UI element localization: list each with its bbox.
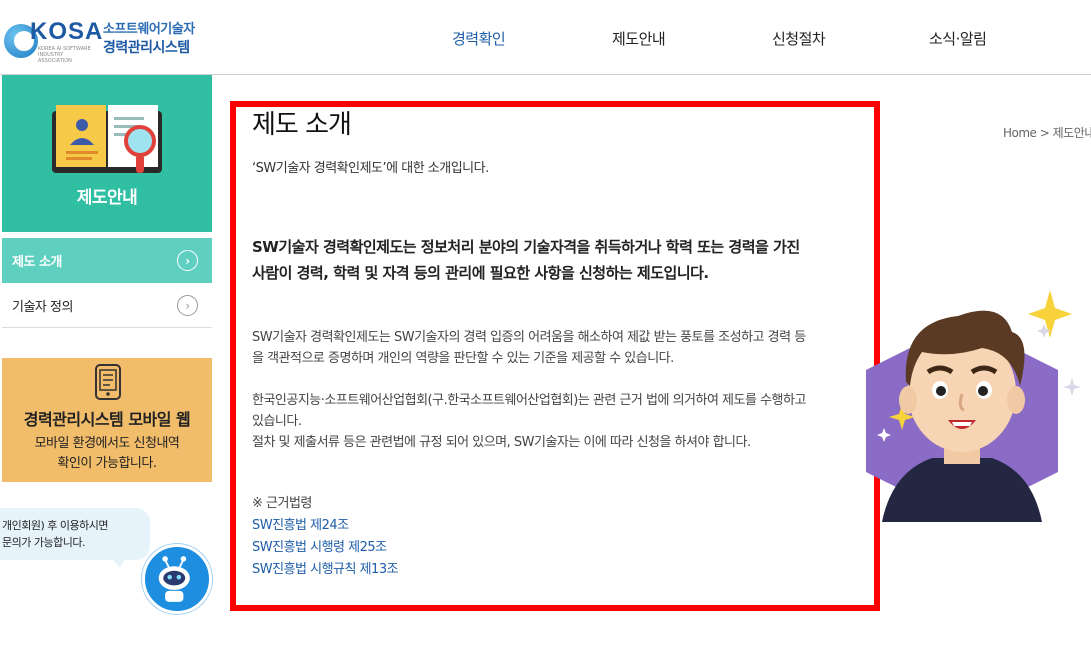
chatbot-bubble: 개인회원) 후 이용하시면 문의가 가능합니다. [0, 508, 150, 560]
site-header: KOSA KOREA AI·SOFTWARE INDUSTRY ASSOCIAT… [0, 0, 1091, 75]
mobile-web-banner[interactable]: 경력관리시스템 모바일 웹 모바일 환경에서도 신청내역 확인이 가능합니다. [2, 358, 212, 482]
mobile-banner-title: 경력관리시스템 모바일 웹 [23, 410, 191, 429]
breadcrumb-home[interactable]: Home [1003, 126, 1037, 140]
sidebar-item-label: 기술자 정의 [12, 299, 73, 315]
chat-bubble-tail [110, 556, 126, 568]
sidebar-item-engineer-definition[interactable]: 기술자 정의 › [2, 283, 212, 328]
chat-bubble-line2: 문의가 가능합니다. [2, 536, 85, 549]
sidebar-hero: 제도안내 [2, 75, 212, 232]
mobile-banner-desc-line1: 모바일 환경에서도 신청내역 [34, 436, 180, 451]
breadcrumb: Home > 제도안내 [1003, 124, 1091, 141]
smartphone-icon [95, 364, 121, 400]
nav-item-news[interactable]: 소식·알림 [929, 28, 987, 49]
highlight-box [230, 101, 880, 611]
chevron-right-icon: › [177, 250, 198, 271]
nav-item-system-guide[interactable]: 제도안내 [612, 28, 666, 49]
mobile-banner-desc: 모바일 환경에서도 신청내역 확인이 가능합니다. [2, 434, 212, 474]
breadcrumb-current: 제도안내 [1052, 126, 1091, 140]
mobile-banner-desc-line2: 확인이 가능합니다. [57, 456, 157, 471]
open-book-icon [52, 105, 162, 173]
sidebar-hero-title: 제도안내 [76, 188, 138, 208]
main-nav: 경력확인 제도안내 신청절차 소식·알림 [0, 28, 1091, 52]
chat-bubble-line1: 개인회원) 후 이용하시면 [2, 519, 108, 532]
nav-item-career-check[interactable]: 경력확인 [452, 28, 506, 49]
sidebar-item-label: 제도 소개 [12, 255, 62, 270]
chatbot-button[interactable] [142, 544, 212, 614]
robot-icon [158, 556, 190, 602]
nav-item-application-process[interactable]: 신청절차 [772, 28, 826, 49]
character-illustration [866, 290, 1081, 522]
sidebar-item-system-intro[interactable]: 제도 소개 › [2, 238, 212, 283]
chevron-right-icon: › [177, 295, 198, 316]
chevron-right-icon: > [1039, 126, 1053, 140]
